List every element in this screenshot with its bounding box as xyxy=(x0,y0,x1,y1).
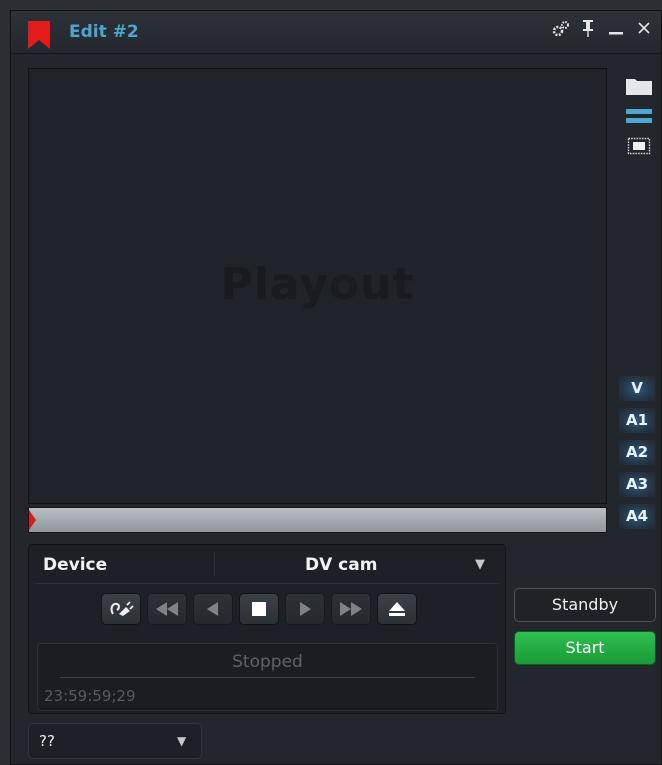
stop-icon xyxy=(252,602,266,616)
playhead-marker[interactable] xyxy=(29,510,36,530)
lines-icon[interactable] xyxy=(625,106,653,126)
fast-forward-icon xyxy=(340,602,362,616)
track-v[interactable]: V xyxy=(619,376,655,401)
connect-button[interactable] xyxy=(101,593,141,625)
step-back-icon xyxy=(207,602,218,616)
device-separator xyxy=(214,552,215,576)
video-viewer[interactable]: Playout xyxy=(28,68,607,504)
step-back-button[interactable] xyxy=(193,593,233,625)
transport-controls xyxy=(101,593,417,625)
eject-button[interactable] xyxy=(377,593,417,625)
timeline-scrubber[interactable] xyxy=(28,507,607,533)
plug-icon xyxy=(110,601,134,616)
close-icon[interactable] xyxy=(635,19,653,39)
rewind-icon xyxy=(156,602,178,616)
play-icon xyxy=(300,602,311,616)
status-divider xyxy=(60,677,475,678)
timecode-readout: 23:59:59;29 xyxy=(44,687,136,705)
start-button[interactable]: Start xyxy=(514,631,656,665)
track-a4[interactable]: A4 xyxy=(619,504,655,529)
rewind-button[interactable] xyxy=(147,593,187,625)
status-text: Stopped xyxy=(232,652,303,672)
track-a1[interactable]: A1 xyxy=(619,408,655,433)
preset-dropdown[interactable]: ?? ▼ xyxy=(28,723,202,759)
gears-icon[interactable] xyxy=(551,19,569,39)
folder-icon[interactable] xyxy=(625,76,653,96)
track-a2[interactable]: A2 xyxy=(619,440,655,465)
minimize-icon[interactable] xyxy=(607,19,625,39)
title-bar[interactable]: Edit #2 xyxy=(11,11,661,54)
track-selector: V A1 A2 A3 A4 xyxy=(619,376,655,536)
frame-icon[interactable] xyxy=(627,136,651,156)
stop-button[interactable] xyxy=(239,593,279,625)
playout-window: Edit #2 Playout V A1 A2 A3 A4 Device DV … xyxy=(10,10,662,765)
preset-dropdown-value: ?? xyxy=(39,732,55,750)
chevron-down-icon: ▼ xyxy=(177,734,187,748)
eject-icon xyxy=(389,602,405,616)
device-panel: Device DV cam ▼ Stopped 23:59:59;29 xyxy=(28,544,506,714)
play-button[interactable] xyxy=(285,593,325,625)
pin-icon[interactable] xyxy=(579,19,597,39)
device-label: Device xyxy=(43,555,108,575)
track-a3[interactable]: A3 xyxy=(619,472,655,497)
window-title: Edit #2 xyxy=(69,22,139,42)
bookmark-icon xyxy=(28,21,50,49)
status-display: Stopped 23:59:59;29 xyxy=(37,643,498,711)
device-select[interactable]: DV cam xyxy=(305,555,377,575)
divider xyxy=(35,583,499,584)
standby-button[interactable]: Standby xyxy=(514,588,656,622)
fast-forward-button[interactable] xyxy=(331,593,371,625)
chevron-down-icon[interactable]: ▼ xyxy=(475,557,485,572)
viewer-watermark: Playout xyxy=(220,259,415,310)
